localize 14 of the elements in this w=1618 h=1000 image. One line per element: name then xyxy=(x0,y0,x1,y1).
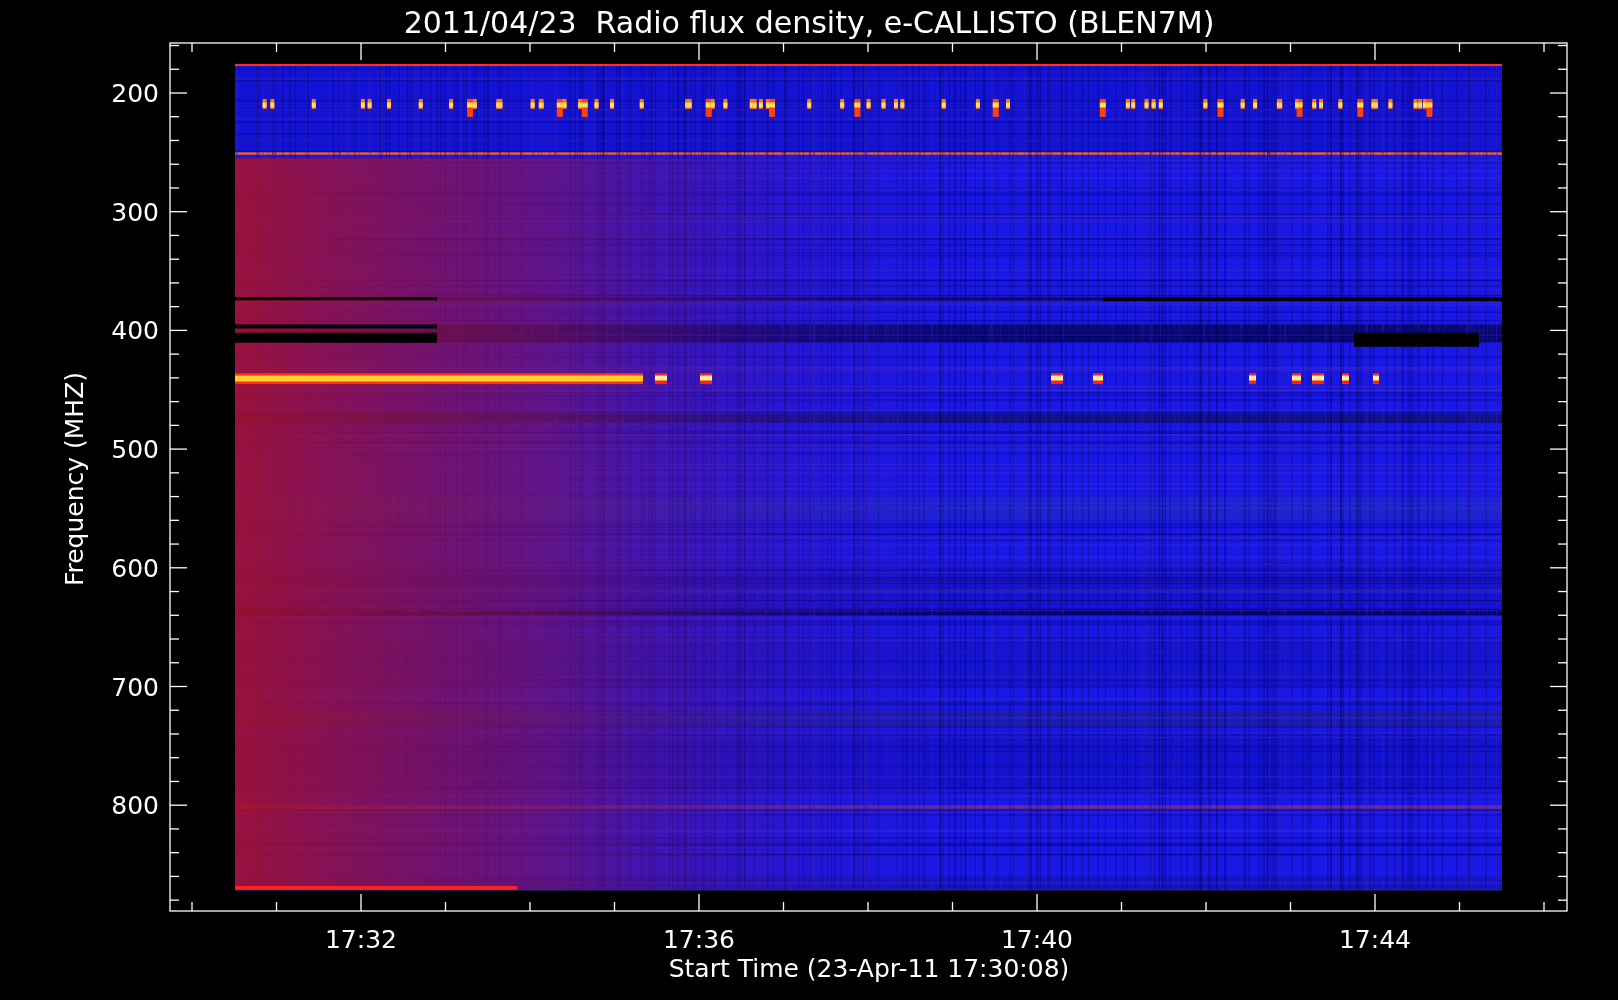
x-tick-label: 17:36 xyxy=(663,925,735,954)
chart-title: 2011/04/23 Radio flux density, e-CALLISTO (BLEN7M) xyxy=(403,5,1215,40)
y-tick-label: 500 xyxy=(111,435,159,465)
y-tick-label: 300 xyxy=(111,197,159,227)
x-axis-title: Start Time (23-Apr-11 17:30:08) xyxy=(668,954,1070,983)
y-tick-label: 700 xyxy=(111,672,159,702)
x-tick-label: 17:32 xyxy=(325,925,397,954)
y-axis-title: Frequency (MHZ) xyxy=(60,371,89,587)
y-tick-label: 600 xyxy=(111,553,159,583)
x-tick-label: 17:40 xyxy=(1001,925,1073,954)
x-tick-label: 17:44 xyxy=(1339,925,1411,954)
y-tick-label: 800 xyxy=(111,791,159,821)
y-tick-label: 400 xyxy=(111,316,159,346)
y-tick-label: 200 xyxy=(111,79,159,108)
